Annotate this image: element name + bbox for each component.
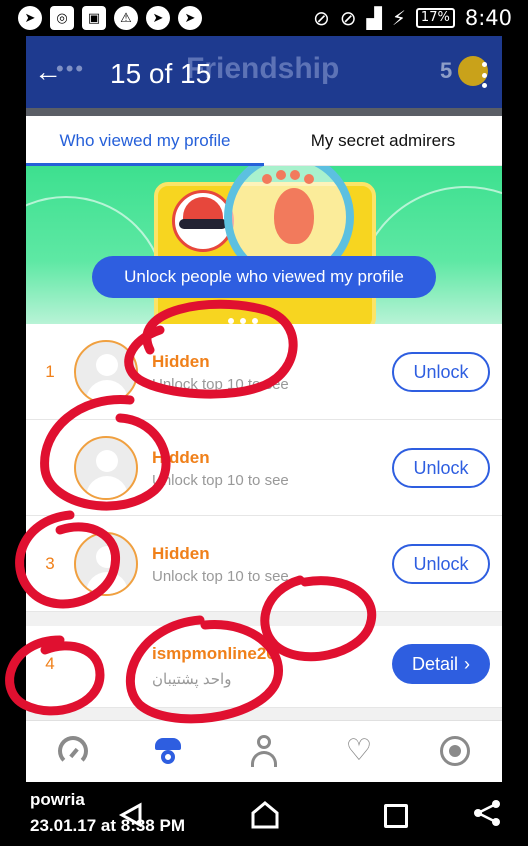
telegram-icon: ➤ (146, 6, 170, 30)
promo-banner: Unlock people who viewed my profile (26, 166, 502, 324)
coin-count: 5 (440, 58, 453, 83)
list-item: 3 Hidden Unlock top 10 to see Unlock (26, 516, 502, 612)
unlock-button[interactable]: Unlock (392, 352, 490, 392)
viewer-subtitle: Unlock top 10 to see (152, 376, 289, 393)
record-icon (440, 736, 470, 766)
gauge-icon (58, 736, 88, 766)
warning-icon: ⚠ (114, 6, 138, 30)
viewer-name: Hidden (152, 448, 210, 467)
instagram-icon: ◎ (50, 6, 74, 30)
back-triangle-icon[interactable] (118, 802, 144, 828)
share-icon[interactable] (472, 798, 502, 828)
nav-favorites[interactable]: ♡ (329, 729, 389, 773)
list-item: Hidden Unlock top 10 to see Unlock (26, 420, 502, 516)
telegram-icon: ➤ (178, 6, 202, 30)
nav-profile[interactable] (234, 729, 294, 773)
detail-button-label: Detail (411, 653, 459, 674)
heart-plus-icon: ♡ (345, 733, 373, 768)
list-item: 1 Hidden Unlock top 10 to see Unlock (26, 324, 502, 420)
list-item: 4 ismpmonline20 واحد پشتیبان Detail › (26, 626, 502, 708)
viewer-list: 1 Hidden Unlock top 10 to see Unlock Hid… (26, 324, 502, 720)
header-divider (26, 108, 502, 116)
unlock-button[interactable]: Unlock (392, 448, 490, 488)
back-arrow-icon[interactable]: ← (34, 58, 64, 88)
tab-secret-admirers[interactable]: My secret admirers (264, 116, 502, 166)
avatar-placeholder-icon (74, 436, 138, 500)
clock: 8:40 (464, 6, 512, 30)
post-date: 23.01.17 at 8:38 PM (30, 816, 185, 835)
rank-number: 1 (45, 362, 55, 381)
nav-record[interactable] (425, 729, 485, 773)
viewer-subtitle: Unlock top 10 to see (152, 568, 289, 585)
image-counter: 15 of 15 (110, 58, 212, 89)
bottom-nav: ♡ (26, 720, 502, 782)
dnd-icon: ⊘ (312, 6, 330, 30)
battery-level: 17% (415, 8, 455, 28)
notification-icons: ➤ ◎ ▣ ⚠ ➤ ➤ (18, 6, 202, 30)
recent-apps-icon[interactable] (384, 804, 408, 828)
poster-name: powria (30, 790, 85, 809)
no-sim-icon: ⊘ (339, 6, 357, 30)
home-icon[interactable] (250, 800, 280, 830)
nav-dashboard[interactable] (43, 729, 103, 773)
spy-icon (153, 736, 183, 766)
viewer-name: Hidden (152, 352, 210, 371)
footprint-icon (274, 188, 314, 244)
rank-number: 3 (45, 554, 55, 573)
signal-icon: ▟ (366, 6, 382, 30)
viewer-subtitle: واحد پشتیبان (152, 671, 232, 688)
app-window: Friendship ••• ← 15 of 15 5 Who viewed m… (26, 36, 502, 782)
banner-wave (356, 186, 502, 324)
tab-who-viewed[interactable]: Who viewed my profile (26, 116, 264, 166)
viewer-name: Hidden (152, 544, 210, 563)
telegram-icon: ➤ (18, 6, 42, 30)
app-icon: ▣ (82, 6, 106, 30)
system-icons: ⊘ ⊘ ▟ ⚡ 17% 8:40 (313, 6, 512, 30)
charging-icon: ⚡ (391, 6, 406, 30)
avatar-placeholder-icon (74, 532, 138, 596)
tab-bar: Who viewed my profile My secret admirers (26, 116, 502, 166)
profile-icon (249, 735, 279, 767)
rank-number: 4 (45, 654, 55, 673)
viewer-name: ismpmonline20 (152, 644, 276, 663)
status-bar: ➤ ◎ ▣ ⚠ ➤ ➤ ⊘ ⊘ ▟ ⚡ 17% 8:40 (0, 0, 528, 36)
overflow-menu-icon[interactable] (478, 62, 490, 88)
detail-button[interactable]: Detail › (392, 644, 490, 684)
nav-viewers[interactable] (138, 729, 198, 773)
chevron-right-icon: › (464, 653, 471, 674)
viewer-subtitle: Unlock top 10 to see (152, 472, 289, 489)
avatar-placeholder-icon (74, 340, 138, 404)
unlock-viewers-button[interactable]: Unlock people who viewed my profile (92, 256, 436, 298)
unlock-button[interactable]: Unlock (392, 544, 490, 584)
app-header: Friendship ••• ← 15 of 15 5 (26, 36, 502, 108)
